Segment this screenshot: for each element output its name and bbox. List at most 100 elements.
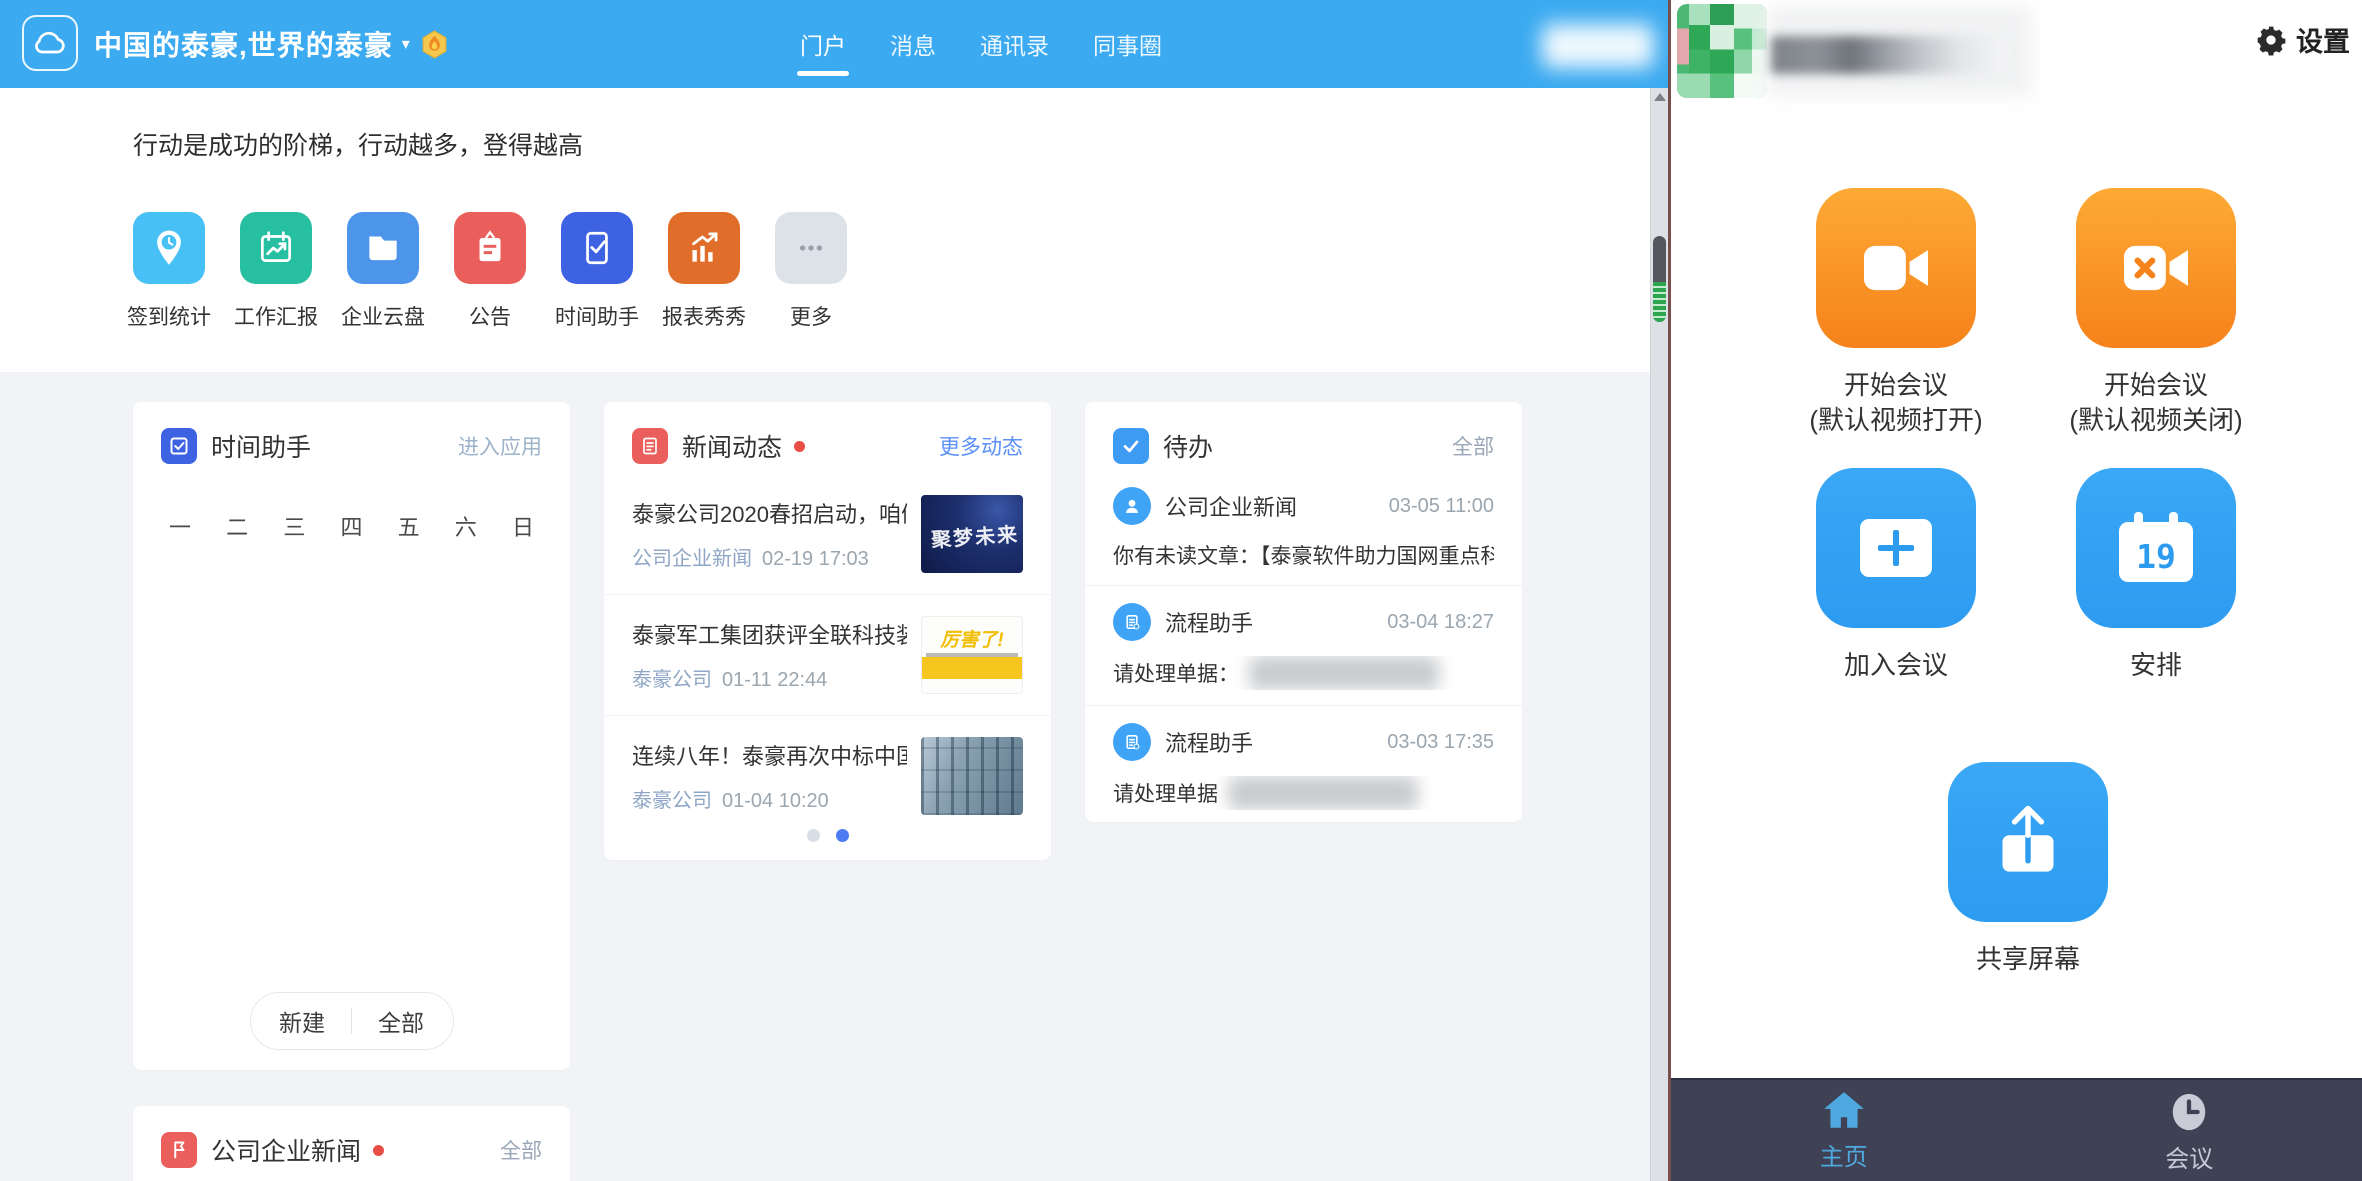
app-cloud-drive[interactable]: 企业云盘	[347, 212, 419, 331]
header-username-redacted[interactable]	[1542, 24, 1654, 68]
todo-list: 公司企业新闻 03-05 11:00 你有未读文章：【泰豪软件助力国网重点科技项…	[1085, 470, 1522, 825]
checkin-pin-icon	[133, 212, 205, 284]
weekday-sun[interactable]: 日	[512, 510, 534, 542]
thumb-banner	[922, 657, 1022, 679]
carousel-dot[interactable]	[836, 829, 849, 842]
app-shortcut-row: 签到统计 工作汇报 企业云盘 公告	[133, 212, 847, 331]
tab-label: 通讯录	[980, 27, 1049, 61]
app-label: 企业云盘	[341, 301, 425, 331]
action-label: 安排	[2130, 648, 2182, 683]
card-title: 新闻动态	[682, 428, 782, 464]
cloud-logo-icon[interactable]	[22, 15, 78, 71]
app-report-show[interactable]: 报表秀秀	[668, 212, 740, 331]
all-todos-link[interactable]: 全部	[1452, 431, 1494, 461]
todo-check-icon	[1113, 428, 1149, 464]
todo-item[interactable]: 流程助手 03-04 18:27 请处理单据：	[1085, 585, 1522, 705]
app-more[interactable]: 更多	[775, 212, 847, 331]
tab-meetings[interactable]: 会议	[2017, 1080, 2362, 1181]
motto-text: 行动是成功的阶梯，行动越多，登得越高	[133, 126, 583, 162]
scroll-up-arrow-icon[interactable]	[1654, 93, 1666, 101]
card-header: 待办 全部	[1085, 402, 1522, 464]
news-title: 泰豪军工集团获评全联科技装...	[632, 618, 907, 650]
all-events-button[interactable]: 全部	[378, 1004, 424, 1038]
gear-icon	[2255, 24, 2287, 56]
screen: 中国的泰豪,世界的泰豪 ▾ 门户 消息 通讯录 同事圈 行动是成功的阶梯，行动越…	[0, 0, 2362, 1181]
start-meeting-video-on-button[interactable]: 开始会议 (默认视频打开)	[1766, 188, 2026, 438]
news-time: 02-19 17:03	[762, 548, 869, 571]
news-thumbnail: 聚梦未来	[921, 495, 1023, 573]
news-source: 公司企业新闻	[632, 542, 752, 571]
user-avatar[interactable]	[1677, 4, 1767, 98]
news-item[interactable]: 连续八年！泰豪再次中标中国... 泰豪公司 01-04 10:20	[604, 715, 1051, 836]
app-label: 签到统计	[127, 301, 211, 331]
weekday-thu[interactable]: 四	[340, 510, 362, 542]
card-title: 公司企业新闻	[211, 1132, 361, 1168]
todo-desc: 你有未读文章：【泰豪软件助力国网重点科技项目建...	[1113, 540, 1494, 570]
meeting-bottom-bar: 主页 会议	[1671, 1078, 2362, 1181]
start-meeting-video-off-button[interactable]: 开始会议 (默认视频关闭)	[2026, 188, 2286, 438]
thumb-caption: 聚梦未来	[930, 518, 1020, 553]
card-header: 公司企业新闻 全部	[133, 1106, 570, 1168]
tab-messages[interactable]: 消息	[890, 0, 936, 88]
app-announcement[interactable]: 公告	[454, 212, 526, 331]
todo-item[interactable]: 公司企业新闻 03-05 11:00 你有未读文章：【泰豪软件助力国网重点科技项…	[1085, 470, 1522, 585]
app-time-assistant[interactable]: 时间助手	[561, 212, 633, 331]
todo-time: 03-05 11:00	[1389, 495, 1494, 518]
username-redacted	[1771, 36, 2006, 74]
tab-home[interactable]: 主页	[1671, 1080, 2017, 1181]
medal-badge-icon	[420, 30, 449, 59]
tab-label: 主页	[1820, 1137, 1868, 1172]
enter-app-link[interactable]: 进入应用	[458, 431, 542, 461]
tab-colleagues[interactable]: 同事圈	[1093, 0, 1162, 88]
news-doc-icon	[632, 428, 668, 464]
weekday-wed[interactable]: 三	[283, 510, 305, 542]
home-icon	[1821, 1090, 1867, 1132]
tab-portal[interactable]: 门户	[800, 0, 846, 88]
news-text: 泰豪军工集团获评全联科技装... 泰豪公司 01-11 22:44	[632, 618, 907, 692]
todo-item[interactable]: 流程助手 03-03 17:35 请处理单据	[1085, 705, 1522, 825]
carousel-dot[interactable]	[807, 829, 820, 842]
company-slogan[interactable]: 中国的泰豪,世界的泰豪 ▾	[94, 0, 449, 88]
schedule-button[interactable]: 19 安排	[2026, 468, 2286, 683]
settings-button[interactable]: 设置	[2255, 20, 2350, 59]
redacted-doc-name	[1228, 776, 1418, 810]
news-item[interactable]: 泰豪军工集团获评全联科技装... 泰豪公司 01-11 22:44 厉害了!	[604, 594, 1051, 715]
app-checkin-stats[interactable]: 签到统计	[133, 212, 205, 331]
news-item[interactable]: 泰豪公司2020春招启动，咱们... 公司企业新闻 02-19 17:03 聚梦…	[604, 474, 1051, 594]
new-event-button[interactable]: 新建	[279, 1004, 325, 1038]
app-label: 时间助手	[555, 301, 639, 331]
tab-contacts[interactable]: 通讯录	[980, 0, 1049, 88]
workflow-app-avatar-icon	[1113, 723, 1151, 761]
settings-label: 设置	[2296, 20, 2350, 59]
tab-label: 门户	[800, 27, 846, 61]
weekday-sat[interactable]: 六	[455, 510, 477, 542]
thumb-caption: 厉害了!	[922, 625, 1022, 652]
app-work-report[interactable]: 工作汇报	[240, 212, 312, 331]
weekday-mon[interactable]: 一	[169, 510, 191, 542]
page-scrollbar[interactable]	[1650, 88, 1668, 1181]
share-screen-button[interactable]: 共享屏幕	[1898, 762, 2158, 977]
all-news-link[interactable]: 全部	[500, 1135, 542, 1165]
report-calendar-icon	[240, 212, 312, 284]
scrollbar-thumb[interactable]	[1653, 236, 1666, 322]
more-news-link[interactable]: 更多动态	[939, 431, 1023, 461]
news-list: 泰豪公司2020春招启动，咱们... 公司企业新闻 02-19 17:03 聚梦…	[604, 474, 1051, 836]
redacted-doc-name	[1249, 656, 1439, 690]
dashboard-section: 时间助手 进入应用 一 二 三 四 五 六 日 新建 全部	[0, 372, 1668, 1181]
app-label: 报表秀秀	[662, 301, 746, 331]
todo-app-name: 流程助手	[1165, 726, 1253, 758]
video-camera-icon	[1816, 188, 1976, 348]
todo-time: 03-04 18:27	[1387, 611, 1494, 634]
action-label: 加入会议	[1844, 648, 1948, 683]
weekday-row: 一 二 三 四 五 六 日	[133, 510, 570, 542]
portal-header: 中国的泰豪,世界的泰豪 ▾ 门户 消息 通讯录 同事圈	[0, 0, 1668, 88]
weekday-fri[interactable]: 五	[398, 510, 420, 542]
time-assistant-card: 时间助手 进入应用 一 二 三 四 五 六 日 新建 全部	[133, 402, 570, 1070]
tab-label: 消息	[890, 27, 936, 61]
card-header: 时间助手 进入应用	[133, 402, 570, 464]
action-label: 开始会议 (默认视频关闭)	[2069, 368, 2242, 438]
join-meeting-button[interactable]: 加入会议	[1766, 468, 2026, 683]
clipboard-icon	[454, 212, 526, 284]
weekday-tue[interactable]: 二	[226, 510, 248, 542]
calendar-19-icon: 19	[2076, 468, 2236, 628]
